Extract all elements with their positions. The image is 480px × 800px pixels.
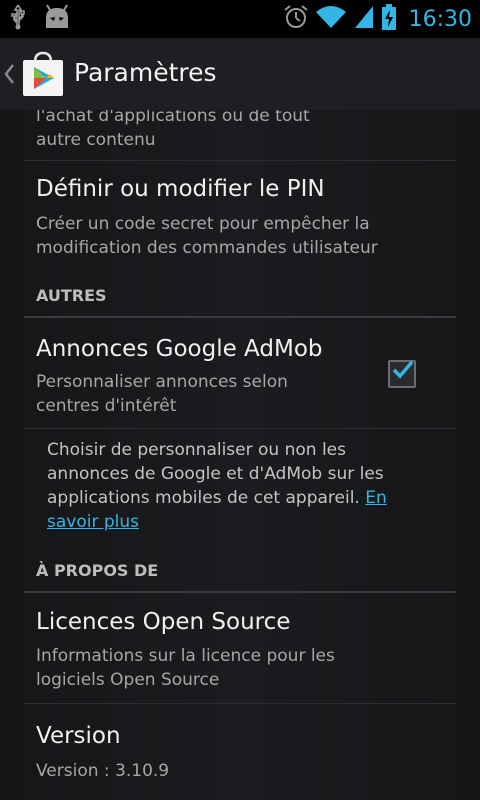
- status-bar: 16:30: [0, 0, 480, 38]
- admob-info-text: Choisir de personnaliser ou non les anno…: [47, 440, 387, 532]
- pin-setting-item[interactable]: Définir ou modifier le PIN Créer un code…: [0, 160, 480, 272]
- action-bar: Paramètres: [0, 38, 480, 110]
- category-about-header: À PROPOS DE: [36, 561, 159, 580]
- licences-setting-title: Licences Open Source: [36, 609, 291, 635]
- pin-setting-summary: Créer un code secret pour empêcher la mo…: [36, 214, 378, 258]
- play-store-logo-icon[interactable]: [20, 50, 66, 98]
- learn-more-link[interactable]: En: [365, 488, 387, 508]
- admob-setting-summary: Personnaliser annonces selon centres d'i…: [36, 372, 288, 416]
- up-chevron-icon[interactable]: [2, 60, 16, 88]
- category-other-header: AUTRES: [36, 286, 107, 305]
- page-title: Paramètres: [74, 58, 217, 87]
- android-icon: [42, 4, 72, 34]
- wifi-icon: [315, 4, 347, 34]
- version-setting-item[interactable]: Version Version : 3.10.9: [0, 703, 480, 800]
- version-setting-summary: Version : 3.10.9: [36, 761, 170, 781]
- admob-setting-title: Annonces Google AdMob: [36, 336, 323, 362]
- pin-setting-title: Définir ou modifier le PIN: [36, 176, 325, 202]
- licences-setting-summary: Informations sur la licence pour les log…: [36, 646, 335, 690]
- settings-list[interactable]: l'achat d'applications ou de tout autre …: [0, 110, 480, 800]
- usb-icon: [10, 3, 26, 35]
- admob-checkbox[interactable]: [388, 360, 416, 388]
- battery-charging-icon: [381, 3, 397, 35]
- signal-icon: [353, 4, 375, 34]
- version-setting-title: Version: [36, 723, 121, 749]
- checkmark-icon: [392, 360, 414, 379]
- alarm-icon: [283, 4, 309, 34]
- divider: [24, 428, 456, 429]
- learn-more-link[interactable]: savoir plus: [47, 512, 139, 532]
- clock: 16:30: [408, 6, 472, 32]
- cut-off-item-summary: l'achat d'applications ou de tout autre …: [36, 110, 310, 150]
- licences-setting-item[interactable]: Licences Open Source Informations sur la…: [0, 593, 480, 703]
